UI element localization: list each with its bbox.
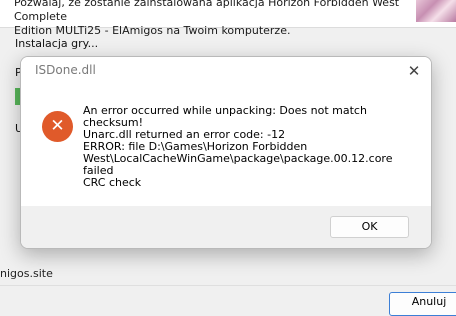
installer-banner-image — [416, 0, 456, 22]
cancel-button[interactable]: Anuluj — [389, 292, 456, 316]
close-icon[interactable]: ✕ — [401, 59, 427, 83]
install-status-label: Instalacja gry... — [15, 37, 99, 50]
error-message: An error occurred while unpacking: Does … — [83, 105, 423, 189]
installer-header-text: Pozwalaj, że zostanie zainstalowana apli… — [14, 0, 414, 38]
installer-header-line-1: Pozwalaj, że zostanie zainstalowana apli… — [14, 0, 400, 23]
dialog-footer: OK — [21, 206, 431, 248]
installer-header: Pozwalaj, że zostanie zainstalowana apli… — [0, 0, 456, 37]
dialog-title: ISDone.dll — [35, 63, 96, 77]
dialog-titlebar[interactable]: ISDone.dll ✕ — [21, 57, 431, 85]
error-message-line: West\LocalCacheWinGame\package\package.0… — [83, 152, 393, 177]
site-label: nigos.site — [0, 267, 53, 280]
error-dialog: ISDone.dll ✕ ✕ An error occurred while u… — [20, 56, 432, 249]
ok-button[interactable]: OK — [330, 216, 409, 238]
error-message-line: CRC check — [83, 176, 142, 189]
error-icon: ✕ — [42, 111, 73, 142]
installer-header-line-2: Edition MULTi25 - ElAmigos na Twoim komp… — [14, 24, 291, 37]
footer-divider — [0, 285, 456, 286]
dialog-content: ✕ An error occurred while unpacking: Doe… — [21, 85, 431, 206]
